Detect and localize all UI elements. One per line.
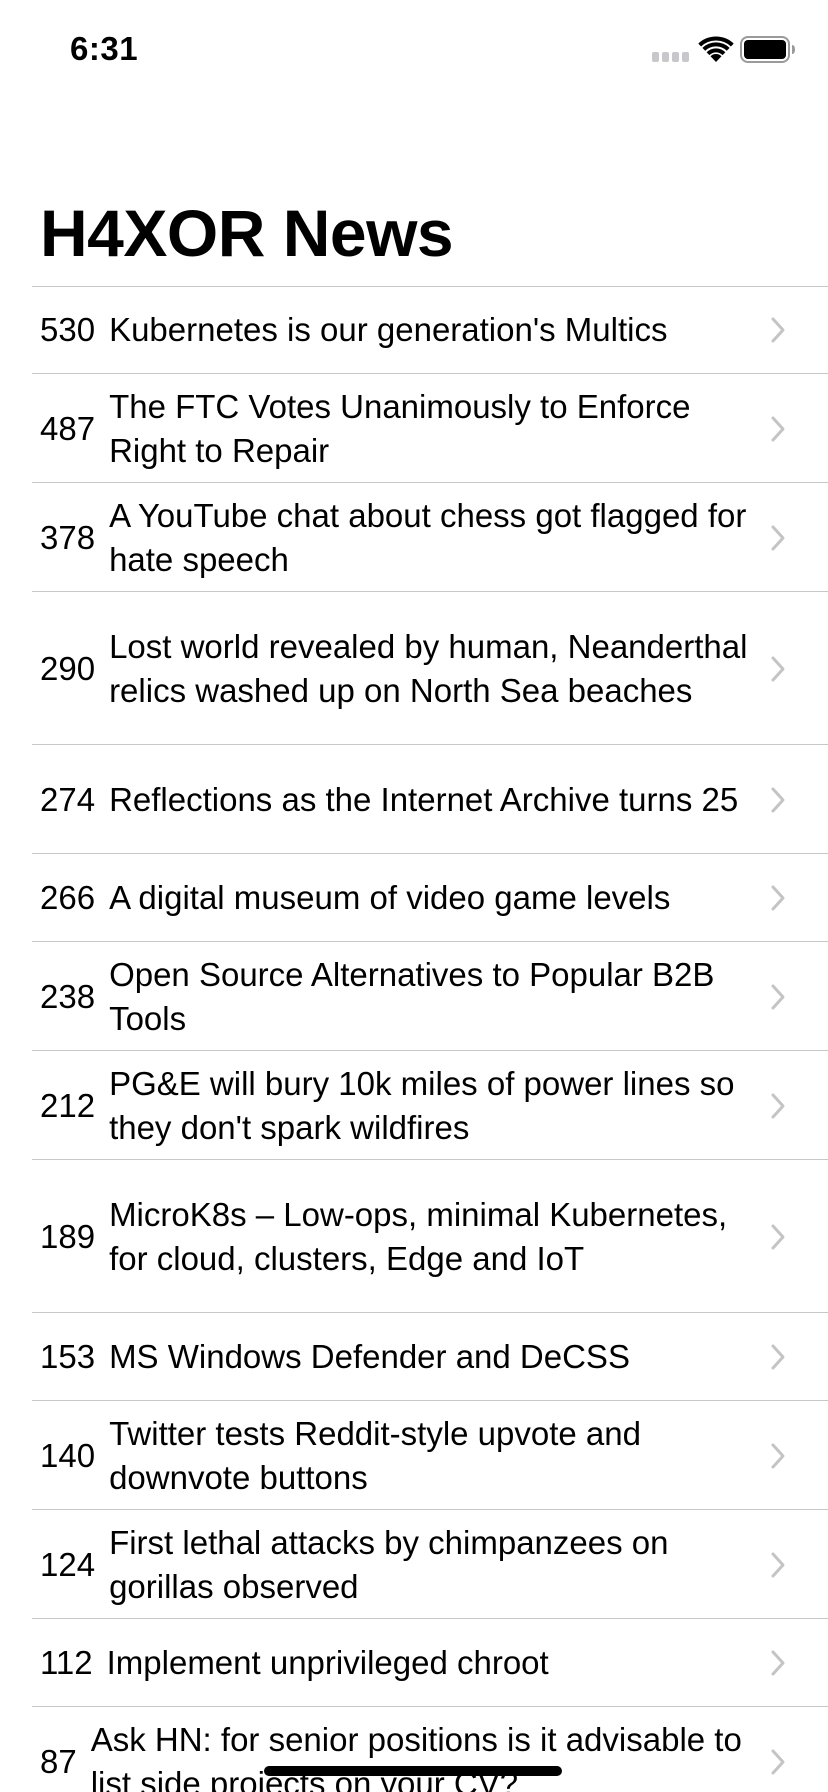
story-points: 189 [40, 1217, 96, 1255]
story-title: A YouTube chat about chess got flagged f… [109, 496, 747, 578]
chevron-right-icon [771, 1650, 785, 1676]
story-points: 378 [40, 518, 96, 556]
story-points: 274 [40, 780, 96, 818]
story-points: 124 [40, 1545, 96, 1583]
signal-icon [652, 52, 690, 62]
story-title: Open Source Alternatives to Popular B2B … [109, 955, 715, 1037]
status-time: 6:31 [70, 30, 139, 67]
story-title: Lost world revealed by human, Neandertha… [109, 627, 748, 709]
chevron-right-icon [771, 1443, 785, 1468]
list-item[interactable]: 378 A YouTube chat about chess got flagg… [0, 483, 828, 592]
story-points: 140 [40, 1436, 96, 1474]
story-points: 153 [40, 1338, 96, 1375]
chevron-right-icon [771, 1344, 785, 1370]
chevron-right-icon [771, 885, 785, 911]
chevron-right-icon [771, 1749, 785, 1774]
list-item[interactable]: 487 The FTC Votes Unanimously to Enforce… [0, 374, 828, 483]
story-points: 238 [40, 977, 96, 1015]
story-title: MS Windows Defender and DeCSS [109, 1338, 630, 1375]
story-points: 87 [40, 1742, 77, 1780]
story-points: 290 [40, 649, 96, 687]
home-indicator[interactable] [264, 1766, 562, 1776]
list-item[interactable]: 530 Kubernetes is our generation's Multi… [0, 286, 828, 374]
story-title: Implement unprivileged chroot [106, 1644, 549, 1681]
page-title: H4XOR News [40, 196, 454, 270]
story-title: Twitter tests Reddit-style upvote and do… [109, 1414, 641, 1496]
story-points: 112 [40, 1644, 93, 1681]
story-title: Kubernetes is our generation's Multics [109, 311, 668, 348]
chevron-right-icon [771, 984, 785, 1009]
story-title: MicroK8s – Low-ops, minimal Kubernetes, … [109, 1195, 728, 1277]
chevron-right-icon [771, 1552, 785, 1577]
chevron-right-icon [771, 1093, 785, 1118]
chevron-right-icon [771, 1224, 785, 1249]
chevron-right-icon [771, 656, 785, 681]
status-bar: 6:31 [0, 0, 828, 100]
story-list[interactable]: 530 Kubernetes is our generation's Multi… [0, 286, 828, 1792]
story-points: 487 [40, 409, 96, 447]
list-item[interactable]: 238 Open Source Alternatives to Popular … [0, 942, 828, 1051]
battery-icon [740, 36, 795, 63]
list-item[interactable]: 266 A digital museum of video game level… [0, 854, 828, 942]
story-title: The FTC Votes Unanimously to Enforce Rig… [109, 387, 691, 469]
story-title: Ask HN: for senior positions is it advis… [90, 1720, 742, 1792]
story-points: 266 [40, 879, 96, 916]
list-item[interactable]: 87 Ask HN: for senior positions is it ad… [0, 1707, 828, 1792]
list-item[interactable]: 290 Lost world revealed by human, Neande… [0, 592, 828, 745]
chevron-right-icon [771, 416, 785, 441]
story-title: First lethal attacks by chimpanzees on g… [109, 1523, 669, 1605]
chevron-right-icon [771, 787, 785, 812]
story-title: A digital museum of video game levels [109, 879, 671, 916]
wifi-icon [698, 36, 734, 62]
story-title: PG&E will bury 10k miles of power lines … [109, 1064, 735, 1146]
story-points: 530 [40, 311, 96, 348]
story-points: 212 [40, 1086, 96, 1124]
story-title: Reflections as the Internet Archive turn… [109, 780, 739, 818]
chevron-right-icon [771, 317, 785, 343]
chevron-right-icon [771, 525, 785, 550]
list-item[interactable]: 140 Twitter tests Reddit-style upvote an… [0, 1401, 828, 1510]
list-item[interactable]: 153 MS Windows Defender and DeCSS [0, 1313, 828, 1401]
list-item[interactable]: 189 MicroK8s – Low-ops, minimal Kubernet… [0, 1160, 828, 1313]
list-item[interactable]: 274 Reflections as the Internet Archive … [0, 745, 828, 854]
screen: 6:31 H4XOR News 530 Kubernetes is our ge… [0, 0, 828, 1792]
list-item[interactable]: 212 PG&E will bury 10k miles of power li… [0, 1051, 828, 1160]
list-item[interactable]: 112 Implement unprivileged chroot [0, 1619, 828, 1707]
list-item[interactable]: 124 First lethal attacks by chimpanzees … [0, 1510, 828, 1619]
